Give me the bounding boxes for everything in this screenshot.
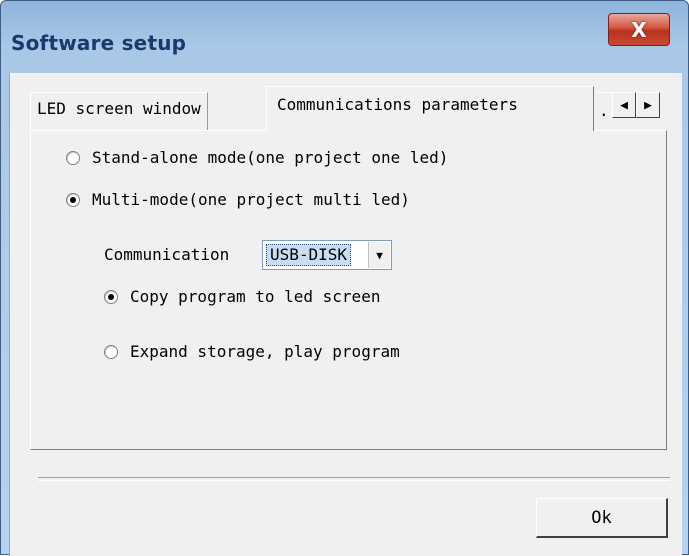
- title-bar[interactable]: Software setup X: [1, 1, 688, 73]
- radio-expand-storage[interactable]: Expand storage, play program: [104, 342, 400, 361]
- tab-label: .: [599, 101, 609, 120]
- radio-copy-program[interactable]: Copy program to led screen: [104, 287, 380, 306]
- radio-label: Stand-alone mode(one project one led): [92, 148, 449, 167]
- radio-checked-icon[interactable]: [104, 289, 118, 304]
- radio-multi-mode[interactable]: Multi-mode(one project multi led): [66, 190, 410, 209]
- radio-checked-icon[interactable]: [66, 192, 80, 207]
- window-title: Software setup: [11, 31, 187, 55]
- close-icon: X: [631, 17, 647, 42]
- footer-separator: [38, 477, 670, 481]
- tab-partial[interactable]: .: [596, 92, 612, 130]
- radio-label: Expand storage, play program: [130, 342, 400, 361]
- radio-label: Copy program to led screen: [130, 287, 381, 306]
- radio-unchecked-icon[interactable]: [66, 150, 80, 165]
- tab-label: LED screen window: [37, 99, 201, 118]
- communication-selected-value: USB-DISK: [266, 244, 352, 266]
- communication-select[interactable]: USB-DISK ▼: [262, 240, 392, 270]
- close-button[interactable]: X: [608, 13, 670, 46]
- radio-stand-alone-mode[interactable]: Stand-alone mode(one project one led): [66, 148, 448, 167]
- tab-label: Communications parameters: [277, 95, 518, 114]
- ok-button[interactable]: Ok: [536, 498, 668, 538]
- tab-led-screen-window[interactable]: LED screen window: [30, 92, 208, 130]
- scroll-left-icon[interactable]: ◀: [612, 92, 636, 118]
- scroll-right-icon[interactable]: ▶: [636, 92, 660, 118]
- radio-label: Multi-mode(one project multi led): [92, 190, 410, 209]
- communication-label: Communication: [104, 245, 230, 264]
- chevron-down-icon[interactable]: ▼: [368, 242, 390, 268]
- tab-communications-parameters[interactable]: Communications parameters: [266, 86, 594, 131]
- tab-scroll-arrows: ◀ ▶: [612, 92, 660, 118]
- radio-unchecked-icon[interactable]: [104, 344, 118, 359]
